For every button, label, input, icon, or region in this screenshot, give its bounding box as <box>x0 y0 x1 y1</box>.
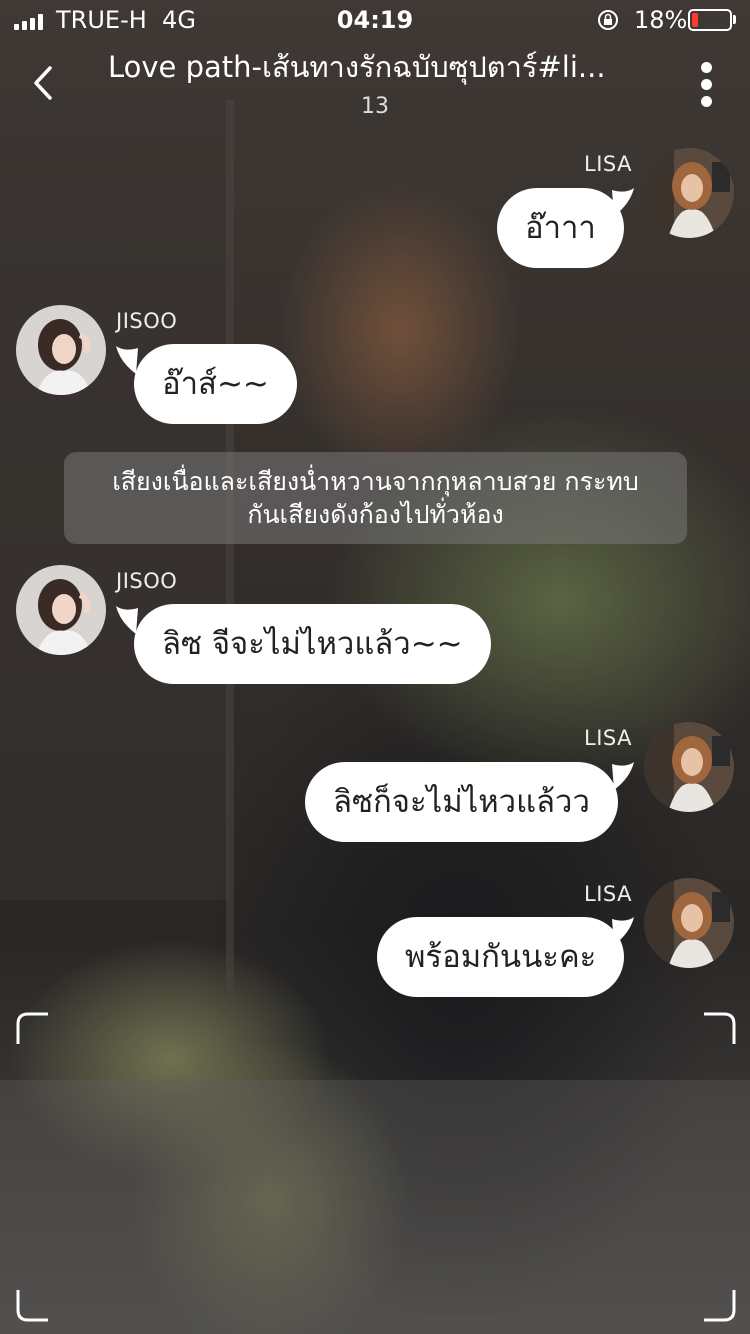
bubble-tail <box>116 606 138 634</box>
message-bubble: อ๊าส์~~ <box>134 344 297 424</box>
story-title: Love path-เส้นทางรักฉบับซุปตาร์#li... <box>108 50 606 84</box>
rotation-lock-icon <box>598 10 618 30</box>
battery-tip <box>733 15 736 24</box>
sender-name-lisa: LISA <box>584 726 632 750</box>
more-vertical-icon[interactable] <box>696 62 718 108</box>
avatar-jisoo[interactable] <box>16 565 106 655</box>
narration-line: กันเสียงดังก้องไปทั่วห้อง <box>247 500 504 529</box>
avatar-jisoo[interactable] <box>16 305 106 395</box>
avatar-lisa[interactable] <box>644 148 734 238</box>
message-bubble: พร้อมกันนะคะ <box>377 917 625 997</box>
frame-corner-top-right <box>704 1012 736 1044</box>
status-bar: TRUE-H 4G 04:19 18% <box>0 0 750 40</box>
battery-percent: 18% <box>634 6 688 34</box>
bubble-tail <box>612 917 634 945</box>
bubble-tail <box>612 188 634 216</box>
bubble-tail <box>612 762 634 790</box>
frame-corner-bottom-right <box>704 1290 736 1322</box>
sender-name-jisoo: JISOO <box>116 309 178 333</box>
sender-name-jisoo: JISOO <box>116 569 178 593</box>
message-bubble: ลิซ จีจะไม่ไหวแล้ว~~ <box>134 604 491 684</box>
sender-name-lisa: LISA <box>584 882 632 906</box>
episode-count: 13 <box>361 94 389 119</box>
frame-corner-top-left <box>16 1012 48 1044</box>
narration-line: เสียงเนื่อและเสียงน่ำหวานจากกุหลาบสวย กร… <box>112 467 639 496</box>
avatar-lisa[interactable] <box>644 722 734 812</box>
bubble-tail <box>116 346 138 374</box>
message-bubble: อ๊าาา <box>497 188 624 268</box>
message-bubble: ลิซก็จะไม่ไหวแล้วว <box>305 762 618 842</box>
avatar-lisa[interactable] <box>644 878 734 968</box>
narration-box: เสียงเนื่อและเสียงน่ำหวานจากกุหลาบสวย กร… <box>64 452 687 544</box>
battery-level-fill <box>692 13 698 27</box>
battery-icon <box>688 9 732 31</box>
frame-corner-bottom-left <box>16 1290 48 1322</box>
sender-name-lisa: LISA <box>584 152 632 176</box>
